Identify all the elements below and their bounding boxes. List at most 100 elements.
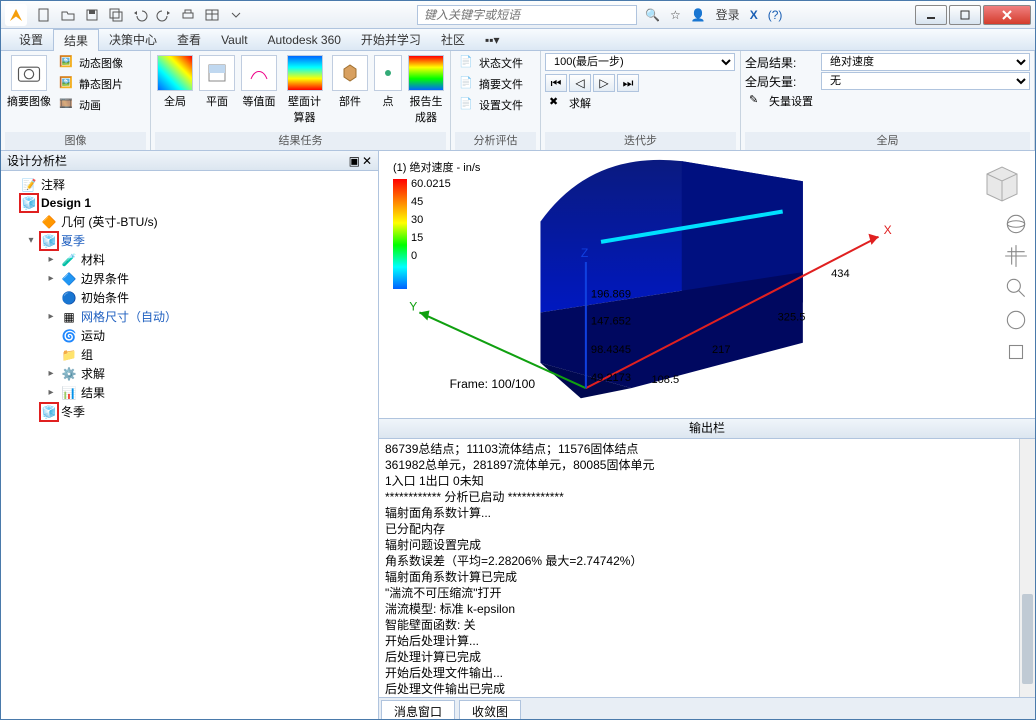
tab-convergence-plot[interactable]: 收敛图 [459,700,521,719]
view-cube[interactable] [977,159,1027,209]
static-image-button[interactable]: 🖼️静态图片 [55,74,127,94]
app-logo [5,4,27,26]
qat-grid-icon[interactable] [201,4,223,26]
vector-settings-button[interactable]: ✎矢量设置 [745,91,1030,111]
first-step-button[interactable]: ⏮ [545,74,567,92]
zoom-icon[interactable] [1003,275,1029,301]
tree-design[interactable]: 🧊Design 1 [3,194,376,212]
summary-image-button[interactable]: 摘要图像 [5,53,53,111]
point-button[interactable]: 点 [372,53,404,111]
home-icon[interactable] [1003,339,1029,365]
tree-motion[interactable]: 🌀运动 [43,326,376,345]
tree-mesh[interactable]: ▸▦网格尺寸（自动） [43,307,376,326]
group-label-global: 全局 [745,132,1030,150]
tree-notes[interactable]: 📝注释 [3,175,376,194]
qat-dropdown-icon[interactable] [225,4,247,26]
qat-open-icon[interactable] [57,4,79,26]
tab-start-learn[interactable]: 开始并学习 [351,29,431,50]
svg-text:Y: Y [409,299,417,313]
wand-icon: ✎ [749,93,765,109]
orbit-icon[interactable] [1003,211,1029,237]
animation-button[interactable]: 🎞️动画 [55,95,127,115]
global-button[interactable]: 全局 [155,53,195,111]
tree-material[interactable]: ▸🧪材料 [43,250,376,269]
settings-file-icon: 📄 [459,97,475,113]
minimize-button[interactable] [915,5,947,25]
star-icon[interactable]: ☆ [670,8,681,22]
solve-button[interactable]: ✖求解 [545,93,736,113]
tree-geometry[interactable]: 🔶几何 (英寸-BTU/s) [23,212,376,231]
dynamic-image-button[interactable]: 🖼️动态图像 [55,53,127,73]
summary-file-button[interactable]: 📄摘要文件 [455,74,527,94]
output-title: 输出栏 [379,419,1035,439]
rotate-icon[interactable] [1003,307,1029,333]
next-step-button[interactable]: ▷ [593,74,615,92]
report-button[interactable]: 报告生成器 [406,53,446,127]
qat-saveall-icon[interactable] [105,4,127,26]
prev-step-button[interactable]: ◁ [569,74,591,92]
pin-icon[interactable]: ▣ [349,154,360,168]
notes-icon: 📝 [21,177,37,193]
tab-message-window[interactable]: 消息窗口 [381,700,455,719]
global-vector-select[interactable]: 无 [821,72,1030,90]
iso-button[interactable]: 等值面 [239,53,279,111]
close-button[interactable] [983,5,1031,25]
qat-redo-icon[interactable] [153,4,175,26]
tree-winter[interactable]: 🧊冬季 [23,402,376,421]
tab-settings[interactable]: 设置 [9,29,53,50]
output-body[interactable]: 86739总结点；11103流体结点；11576固体结点 361982总单元，2… [379,439,1035,697]
group-label-results: 结果任务 [155,132,446,150]
wall-calc-icon [287,55,323,91]
viewport-3d[interactable]: (1) 绝对速度 - in/s 60.0215 45 30 15 0 [379,151,1035,419]
qat-save-icon[interactable] [81,4,103,26]
design-tree[interactable]: 📝注释 🧊Design 1 🔶几何 (英寸-BTU/s) ▾🧊夏季 ▸🧪材料 ▸… [1,171,378,719]
tab-results[interactable]: 结果 [53,29,99,51]
tab-view[interactable]: 查看 [167,29,211,50]
qat-undo-icon[interactable] [129,4,151,26]
output-panel: 输出栏 86739总结点；11103流体结点；11576固体结点 361982总… [379,419,1035,719]
film-icon: 🎞️ [59,97,75,113]
model-svg: X Y Z 108.5 217 325.5 434 196.869 147.65… [379,151,1035,413]
part-button[interactable]: 部件 [330,53,370,111]
search-input[interactable] [417,5,637,25]
panel-close-icon[interactable]: ✕ [362,154,372,168]
exchange-icon[interactable]: X [750,8,758,22]
help-icon[interactable]: (?) [768,8,783,22]
global-icon [157,55,193,91]
status-file-button[interactable]: 📄状态文件 [455,53,527,73]
tab-community[interactable]: 社区 [431,29,475,50]
settings-file-button[interactable]: 📄设置文件 [455,95,527,115]
qat-new-icon[interactable] [33,4,55,26]
svg-text:147.652: 147.652 [591,316,631,328]
tab-overflow[interactable]: ▪▪▾ [475,31,510,49]
user-icon[interactable]: 👤 [691,8,706,22]
tree-boundary[interactable]: ▸🔷边界条件 [43,269,376,288]
tree-results[interactable]: ▸📊结果 [43,383,376,402]
summary-file-icon: 📄 [459,76,475,92]
tree-solve[interactable]: ▸⚙️求解 [43,364,376,383]
tab-vault[interactable]: Vault [211,31,257,49]
qat-print-icon[interactable] [177,4,199,26]
svg-text:325.5: 325.5 [778,312,806,324]
svg-text:49.2173: 49.2173 [591,372,631,384]
login-link[interactable]: 登录 [716,6,740,23]
tree-initial[interactable]: 🔵初始条件 [43,288,376,307]
tree-summer[interactable]: ▾🧊夏季 [23,231,376,250]
pan-icon[interactable] [1003,243,1029,269]
step-select[interactable]: 100(最后一步) [545,53,735,71]
tree-group[interactable]: 📁组 [43,345,376,364]
plane-button[interactable]: 平面 [197,53,237,111]
quick-access-toolbar [33,4,247,26]
scenario-icon: 🧊 [41,233,57,249]
title-right-icons: 🔍 ☆ 👤 登录 X (?) [645,6,782,23]
svg-text:434: 434 [831,268,850,280]
tab-autodesk360[interactable]: Autodesk 360 [258,31,351,49]
output-scrollbar[interactable] [1019,439,1035,697]
binoculars-icon[interactable]: 🔍 [645,8,660,22]
tab-decision[interactable]: 决策中心 [99,29,167,50]
global-result-select[interactable]: 绝对速度 [821,53,1030,71]
last-step-button[interactable]: ⏭ [617,74,639,92]
maximize-button[interactable] [949,5,981,25]
wall-calc-button[interactable]: 壁面计算器 [281,53,328,127]
plane-icon [199,55,235,91]
